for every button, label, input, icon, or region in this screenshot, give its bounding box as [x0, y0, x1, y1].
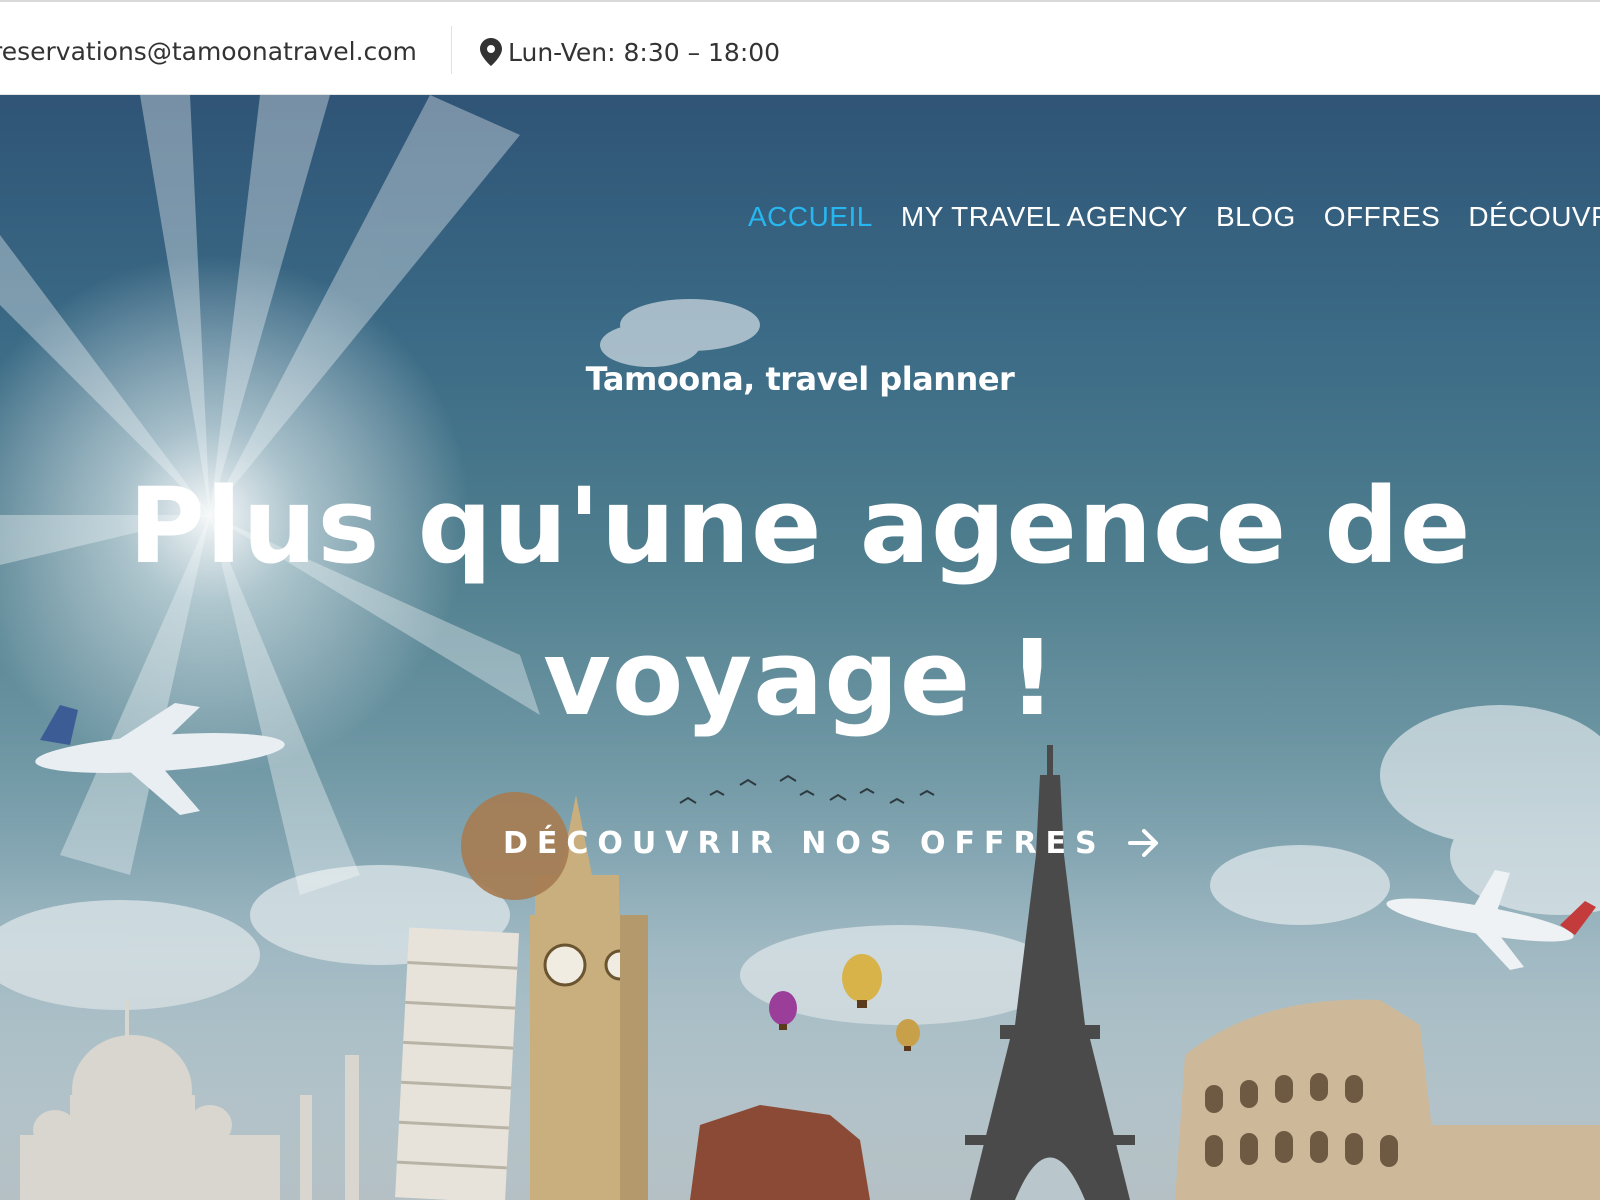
opening-hours-text: Lun-Ven: 8:30 – 18:00 [508, 37, 781, 67]
nav-item-blog[interactable]: BLOG [1216, 197, 1296, 237]
cta-label: DÉCOUVRIR NOS OFFRES [503, 825, 1106, 861]
topbar-divider [451, 26, 452, 74]
top-info-bar: reservations@tamoonatravel.com Lun-Ven: … [0, 0, 1600, 95]
main-navigation: ACCUEIL MY TRAVEL AGENCY BLOG OFFRES DÉC… [748, 197, 1600, 237]
hero-title-line-2: voyage ! [543, 617, 1057, 739]
nav-item-my-travel-agency[interactable]: MY TRAVEL AGENCY [901, 197, 1188, 237]
opening-hours: Lun-Ven: 8:30 – 18:00 [480, 32, 780, 72]
nav-item-offres[interactable]: OFFRES [1324, 197, 1441, 237]
discover-offers-button[interactable]: DÉCOUVRIR NOS OFFRES [503, 813, 1160, 873]
arrow-right-icon [1127, 828, 1160, 858]
contact-email-link[interactable]: reservations@tamoonatravel.com [0, 32, 417, 72]
nav-item-accueil[interactable]: ACCUEIL [748, 197, 873, 237]
hero-title-line-1: Plus qu'une agence de [128, 465, 1472, 587]
hero-section: ACCUEIL MY TRAVEL AGENCY BLOG OFFRES DÉC… [0, 95, 1600, 1200]
hero-title: Plus qu'une agence de voyage ! [100, 450, 1500, 754]
nav-item-decouvrir[interactable]: DÉCOUVRIR [1468, 197, 1600, 237]
map-pin-icon [480, 38, 502, 66]
hero-subtitle: Tamoona, travel planner [585, 360, 1015, 398]
